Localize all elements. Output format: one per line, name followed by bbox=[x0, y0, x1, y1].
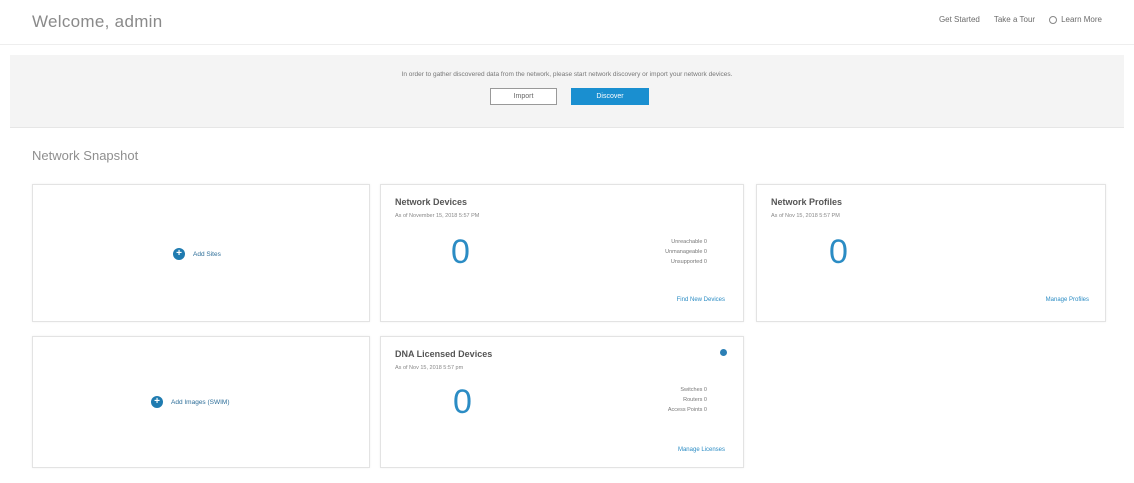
stat-access-points[interactable]: Access Points 0 bbox=[668, 405, 707, 415]
learn-more-label: Learn More bbox=[1061, 15, 1102, 24]
add-sites-card[interactable]: + Add Sites bbox=[32, 184, 370, 322]
status-dot-icon bbox=[720, 349, 727, 356]
manage-profiles-link[interactable]: Manage Profiles bbox=[1046, 297, 1089, 303]
dna-licensed-card: DNA Licensed Devices As of Nov 15, 2018 … bbox=[380, 336, 744, 468]
network-devices-card: Network Devices As of November 15, 2018 … bbox=[380, 184, 744, 322]
network-profiles-card: Network Profiles As of Nov 15, 2018 5:57… bbox=[756, 184, 1106, 322]
learn-more-link[interactable]: Learn More bbox=[1049, 15, 1102, 24]
add-images-card[interactable]: + Add Images (SWIM) bbox=[32, 336, 370, 468]
device-stats: Unreachable 0 Unmanageable 0 Unsupported… bbox=[665, 237, 707, 267]
card-title: DNA Licensed Devices bbox=[395, 349, 493, 359]
get-started-link[interactable]: Get Started bbox=[939, 15, 980, 24]
take-tour-link[interactable]: Take a Tour bbox=[994, 15, 1035, 24]
add-sites-label: Add Sites bbox=[193, 250, 221, 258]
profile-count[interactable]: 0 bbox=[829, 233, 848, 272]
stat-routers[interactable]: Routers 0 bbox=[668, 395, 707, 405]
stat-unreachable[interactable]: Unreachable 0 bbox=[665, 237, 707, 247]
manage-licenses-link[interactable]: Manage Licenses bbox=[678, 447, 725, 453]
discover-button[interactable]: Discover bbox=[571, 88, 649, 105]
stat-switches[interactable]: Switches 0 bbox=[668, 385, 707, 395]
card-timestamp: As of November 15, 2018 5:57 PM bbox=[395, 213, 480, 219]
discovery-banner: In order to gather discovered data from … bbox=[10, 55, 1124, 128]
card-title: Network Profiles bbox=[771, 197, 843, 207]
welcome-title: Welcome, admin bbox=[32, 12, 163, 31]
licensed-count[interactable]: 0 bbox=[453, 383, 472, 422]
find-new-devices-link[interactable]: Find New Devices bbox=[677, 297, 725, 303]
card-title: Network Devices bbox=[395, 197, 468, 207]
stat-unsupported[interactable]: Unsupported 0 bbox=[665, 257, 707, 267]
card-timestamp: As of Nov 15, 2018 5:57 PM bbox=[771, 213, 840, 219]
plus-circle-icon: + bbox=[173, 248, 185, 260]
banner-message: In order to gather discovered data from … bbox=[401, 71, 733, 78]
add-sites-button[interactable]: + Add Sites bbox=[173, 248, 221, 260]
header-links: Get Started Take a Tour Learn More bbox=[939, 15, 1102, 24]
section-title: Network Snapshot bbox=[32, 148, 139, 163]
add-images-button[interactable]: + Add Images (SWIM) bbox=[151, 396, 230, 408]
stat-unmanageable[interactable]: Unmanageable 0 bbox=[665, 247, 707, 257]
import-button[interactable]: Import bbox=[490, 88, 557, 105]
top-bar: Welcome, admin Get Started Take a Tour L… bbox=[0, 0, 1134, 45]
add-images-label: Add Images (SWIM) bbox=[171, 398, 230, 406]
plus-circle-icon: + bbox=[151, 396, 163, 408]
info-circle-icon bbox=[1049, 15, 1058, 24]
device-count[interactable]: 0 bbox=[451, 233, 470, 272]
card-timestamp: As of Nov 15, 2018 5:57 pm bbox=[395, 365, 464, 371]
licensed-stats: Switches 0 Routers 0 Access Points 0 bbox=[668, 385, 707, 415]
